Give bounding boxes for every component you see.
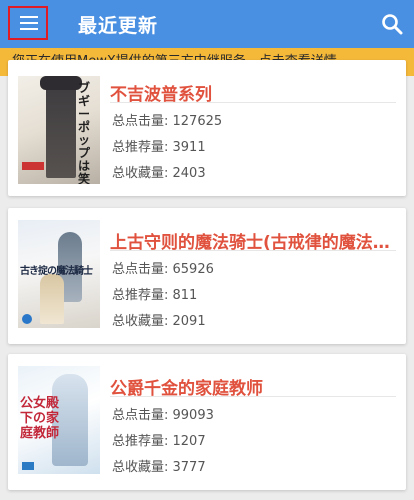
search-icon[interactable]	[380, 12, 404, 36]
title-divider	[110, 396, 396, 397]
cover-title-text: 公女殿下の家庭教師	[20, 396, 60, 441]
cover-hat	[40, 76, 82, 90]
cover-label	[22, 462, 34, 470]
novel-card[interactable]: ブギーポップは笑わない 不吉波普系列 总点击量: 127625 总推荐量: 39…	[8, 60, 406, 196]
novel-card[interactable]: 公女殿下の家庭教師 公爵千金的家庭教师 总点击量: 99093 总推荐量: 12…	[8, 354, 406, 490]
click-count: 总点击量: 127625	[112, 114, 223, 129]
novel-cover: 古き掟の魔法騎士	[18, 220, 100, 328]
click-count: 总点击量: 65926	[112, 262, 214, 277]
cover-title-text: 古き掟の魔法騎士	[20, 266, 93, 277]
collect-count: 总收藏量: 3777	[112, 460, 206, 475]
cover-figure	[40, 274, 64, 324]
title-divider	[110, 102, 396, 103]
collect-count: 总收藏量: 2403	[112, 166, 206, 181]
cover-figure	[46, 78, 76, 178]
menu-icon-line	[20, 16, 38, 18]
click-count: 总点击量: 99093	[112, 408, 214, 423]
novel-cover: ブギーポップは笑わない	[18, 76, 100, 184]
title-divider	[110, 250, 396, 251]
novel-cover: 公女殿下の家庭教師	[18, 366, 100, 474]
novel-card[interactable]: 古き掟の魔法騎士 上古守则的魔法骑士(古戒律的魔法… 总点击量: 65926 总…	[8, 208, 406, 344]
cover-label	[22, 162, 44, 170]
recommend-count: 总推荐量: 1207	[112, 434, 206, 449]
cover-logo	[22, 314, 32, 324]
cover-title-text: ブギーポップは笑わない	[78, 81, 91, 185]
menu-icon-line	[20, 22, 38, 24]
app-bar: 最近更新	[0, 0, 414, 48]
menu-button[interactable]	[8, 6, 48, 40]
collect-count: 总收藏量: 2091	[112, 314, 206, 329]
page-title: 最近更新	[78, 15, 159, 37]
menu-icon-line	[20, 28, 38, 30]
recommend-count: 总推荐量: 811	[112, 288, 198, 303]
recommend-count: 总推荐量: 3911	[112, 140, 206, 155]
